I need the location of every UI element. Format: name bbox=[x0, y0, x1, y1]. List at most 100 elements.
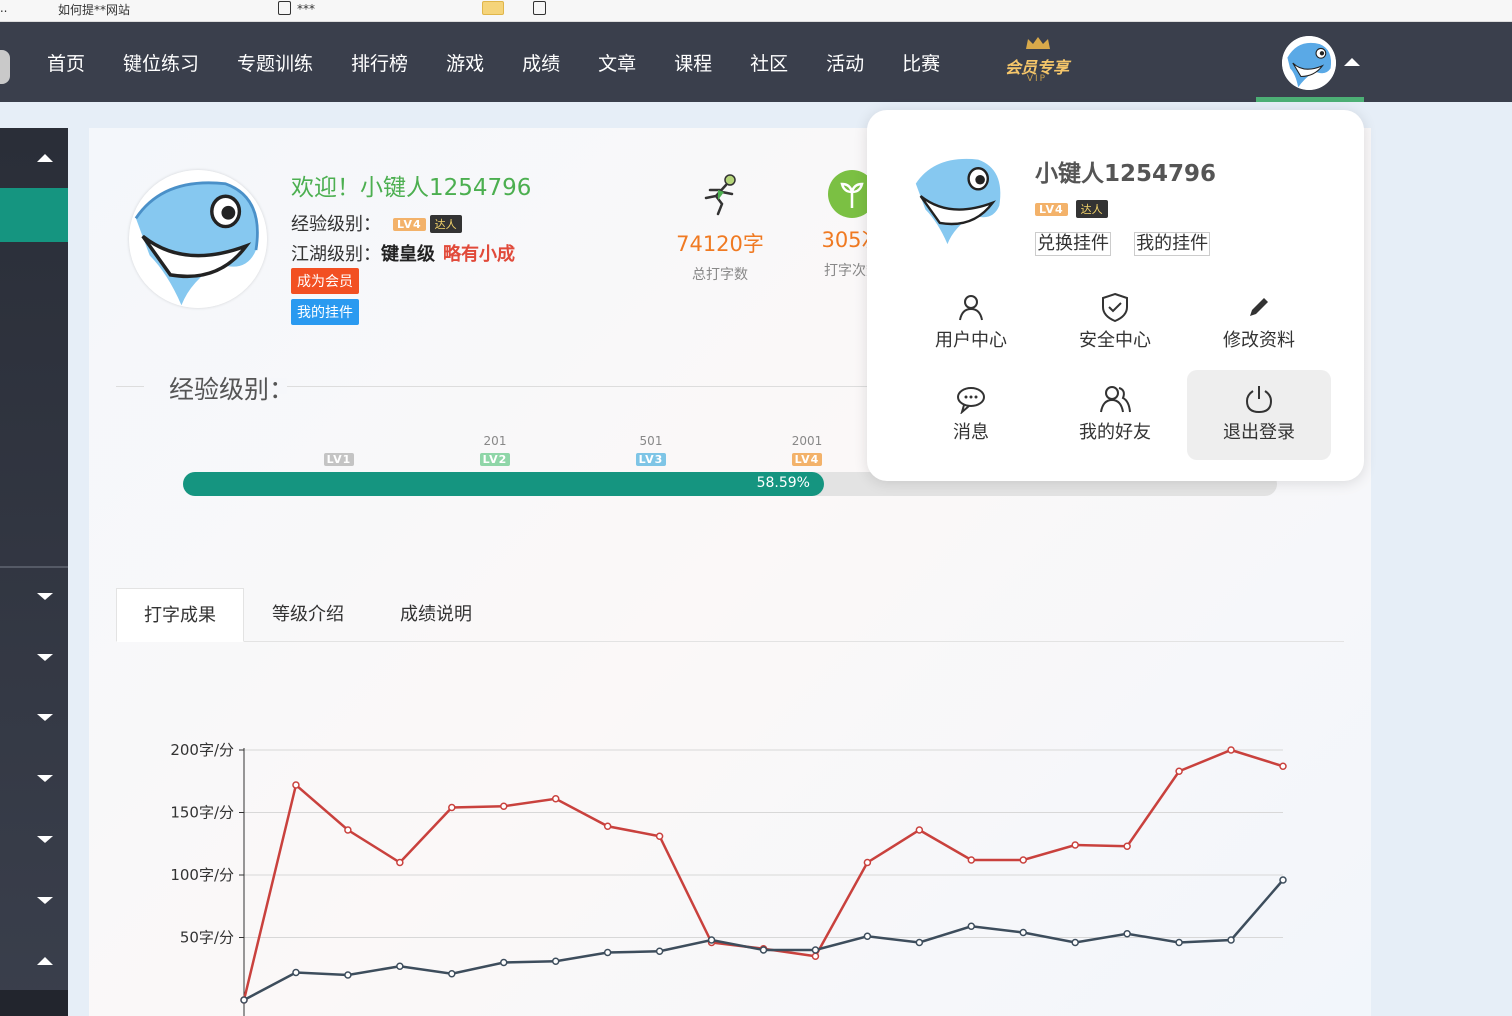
data-point bbox=[551, 795, 560, 803]
level-marker: 201 LV2 bbox=[465, 434, 525, 467]
nav-item-courses[interactable]: 课程 bbox=[655, 49, 731, 76]
tab-typing-results[interactable]: 打字成果 bbox=[116, 588, 244, 642]
dolphin-avatar-icon bbox=[129, 170, 267, 308]
menu-edit-profile[interactable]: 修改资料 bbox=[1187, 278, 1331, 368]
page-icon bbox=[278, 1, 291, 15]
data-point bbox=[1019, 856, 1027, 864]
friends-icon bbox=[1100, 386, 1131, 413]
my-pendant-link[interactable]: 我的挂件 bbox=[1134, 232, 1211, 256]
menu-my-friends[interactable]: 我的好友 bbox=[1043, 370, 1187, 460]
menu-security-center[interactable]: 安全中心 bbox=[1043, 278, 1187, 368]
data-point bbox=[863, 858, 872, 867]
dropdown-username: 小键人1254796 bbox=[1035, 161, 1217, 187]
user-menu-toggle[interactable] bbox=[1256, 22, 1364, 102]
message-icon bbox=[957, 387, 985, 414]
data-point bbox=[292, 781, 300, 789]
avatar bbox=[1282, 36, 1336, 90]
nav-menu: 首页 键位练习 专题训练 排行榜 游戏 成绩 文章 课程 社区 活动 比赛 bbox=[28, 22, 959, 102]
data-point bbox=[707, 936, 716, 944]
bookmark-folder[interactable] bbox=[482, 1, 510, 16]
bookmark-item[interactable]: ... bbox=[0, 1, 7, 15]
title-badge: 达人 bbox=[1075, 200, 1108, 218]
title-badge: 达人 bbox=[429, 215, 462, 233]
expand-arrow-icon[interactable] bbox=[37, 654, 53, 661]
y-tick-label: 50字/分 bbox=[180, 929, 234, 947]
data-point bbox=[396, 858, 404, 867]
menu-label: 我的好友 bbox=[1079, 422, 1151, 443]
profile-avatar[interactable] bbox=[129, 170, 267, 308]
data-point bbox=[967, 856, 976, 864]
data-point bbox=[1227, 746, 1235, 754]
my-pendant-button[interactable]: 我的挂件 bbox=[291, 299, 359, 325]
data-point bbox=[759, 946, 768, 954]
nav-item-home[interactable]: 首页 bbox=[28, 49, 104, 76]
series-line bbox=[243, 879, 1284, 1002]
nav-item-contests[interactable]: 比赛 bbox=[883, 49, 959, 76]
become-member-button[interactable]: 成为会员 bbox=[291, 268, 359, 294]
expand-arrow-icon[interactable] bbox=[37, 775, 53, 782]
stat-label: 总打字数 bbox=[692, 267, 748, 283]
level-tag: LV4 bbox=[791, 453, 823, 466]
data-point bbox=[603, 948, 612, 957]
nav-item-key-practice[interactable]: 键位练习 bbox=[104, 49, 218, 76]
tab-level-intro[interactable]: 等级介绍 bbox=[244, 588, 372, 642]
data-point bbox=[1279, 762, 1287, 770]
menu-label: 消息 bbox=[953, 422, 989, 443]
menu-messages[interactable]: 消息 bbox=[899, 370, 1043, 460]
dolphin-avatar-icon bbox=[911, 150, 1007, 246]
page-icon bbox=[533, 1, 546, 15]
data-point bbox=[1175, 938, 1183, 947]
user-dropdown-panel: 小键人1254796 LV4 达人 兑换挂件 我的挂件 用户中心 安全中心 修改资… bbox=[867, 110, 1364, 481]
dropdown-links: 兑换挂件 我的挂件 bbox=[1035, 232, 1228, 256]
data-point bbox=[396, 962, 404, 970]
menu-label: 退出登录 bbox=[1223, 422, 1295, 443]
expand-arrow-icon[interactable] bbox=[37, 714, 53, 721]
data-point bbox=[292, 968, 300, 977]
collapse-arrow-icon[interactable] bbox=[37, 957, 53, 965]
nav-item-community[interactable]: 社区 bbox=[731, 49, 807, 76]
site-logo[interactable] bbox=[0, 50, 10, 84]
level-threshold bbox=[309, 434, 369, 448]
pencil-icon bbox=[1250, 298, 1268, 316]
folder-icon bbox=[482, 1, 504, 15]
nav-item-leaderboard[interactable]: 排行榜 bbox=[332, 49, 427, 76]
nav-item-topic-training[interactable]: 专题训练 bbox=[218, 49, 332, 76]
data-point bbox=[655, 832, 664, 840]
vip-badge[interactable]: 会员专享 VIP bbox=[1002, 36, 1072, 92]
level-badge: LV4 bbox=[393, 218, 426, 231]
level-threshold: 501 bbox=[639, 434, 663, 448]
y-tick-label: 150字/分 bbox=[170, 804, 234, 822]
expand-arrow-icon[interactable] bbox=[37, 836, 53, 843]
sidebar-footer bbox=[0, 990, 68, 1016]
exchange-pendant-link[interactable]: 兑换挂件 bbox=[1035, 232, 1111, 256]
expand-arrow-icon[interactable] bbox=[37, 897, 53, 904]
exp-progress-fill: 58.59% bbox=[183, 472, 824, 496]
expand-arrow-icon[interactable] bbox=[37, 593, 53, 600]
nav-item-articles[interactable]: 文章 bbox=[579, 49, 655, 76]
nav-item-scores[interactable]: 成绩 bbox=[503, 49, 579, 76]
bookmark-item[interactable]: *** bbox=[278, 1, 315, 16]
data-point bbox=[1123, 930, 1131, 938]
collapse-arrow-icon[interactable] bbox=[37, 154, 53, 162]
power-icon bbox=[1245, 386, 1273, 414]
exp-level-row: 经验级别： LV4 达人 bbox=[291, 210, 462, 236]
data-point bbox=[500, 802, 508, 810]
bookmark-item[interactable]: 如何提**网站 bbox=[58, 1, 130, 18]
data-point bbox=[1279, 876, 1287, 884]
bookmark-item[interactable] bbox=[533, 1, 552, 16]
sidebar-divider bbox=[0, 566, 68, 568]
nav-item-games[interactable]: 游戏 bbox=[427, 49, 503, 76]
avatar[interactable] bbox=[911, 150, 1007, 246]
data-point bbox=[811, 946, 820, 954]
jianghu-level-row: 江湖级别：键皇级 略有小成 bbox=[291, 240, 515, 266]
menu-logout[interactable]: 退出登录 bbox=[1187, 370, 1331, 460]
menu-user-center[interactable]: 用户中心 bbox=[899, 278, 1043, 368]
nav-item-events[interactable]: 活动 bbox=[807, 49, 883, 76]
data-point bbox=[1071, 938, 1079, 947]
level-threshold: 2001 bbox=[791, 434, 823, 448]
left-sidebar bbox=[0, 128, 68, 1016]
sidebar-item-active[interactable] bbox=[0, 188, 68, 242]
stat-value: 74120字 bbox=[676, 232, 764, 256]
tab-score-notes[interactable]: 成绩说明 bbox=[372, 588, 500, 642]
data-point bbox=[811, 952, 820, 960]
